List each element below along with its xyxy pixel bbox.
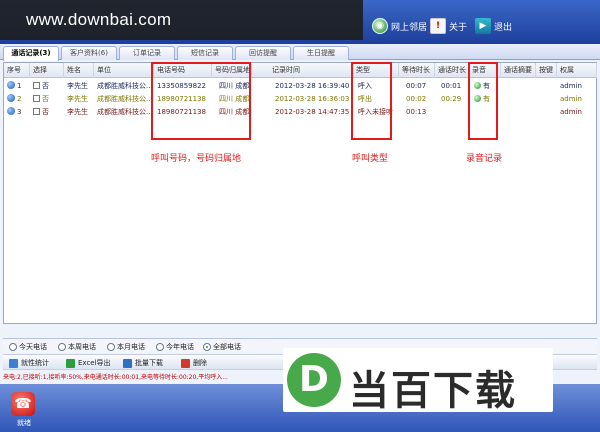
radio-icon bbox=[156, 343, 164, 351]
watermark-url: www.downbai.com bbox=[0, 0, 363, 40]
globe-icon: ◉ bbox=[372, 18, 388, 34]
call-in-icon bbox=[7, 81, 15, 89]
cell-duration: 00:01 bbox=[441, 82, 462, 90]
logo-text: 当百下载 bbox=[349, 368, 517, 414]
stats-icon bbox=[9, 358, 18, 368]
delete-button[interactable]: 删除 bbox=[181, 357, 207, 369]
radio-icon bbox=[58, 343, 66, 351]
excel-icon bbox=[66, 358, 75, 368]
row-checkbox[interactable] bbox=[33, 95, 40, 102]
annotation-box-recording bbox=[468, 62, 498, 140]
filter-year[interactable]: 今年电话 bbox=[156, 342, 194, 352]
tab-customer-data[interactable]: 客户资料(6) bbox=[61, 46, 117, 60]
table-header: 序号 选择 姓名 单位 电话号码 号码归属地 记录时间 类型 等待时长 通话时长… bbox=[4, 63, 597, 78]
cell-company: 成都胜威科技公... bbox=[97, 95, 153, 103]
exit-icon: ▶ bbox=[475, 18, 491, 34]
annotation-record-note: 录音记录 bbox=[466, 154, 503, 164]
radio-icon bbox=[107, 343, 115, 351]
cell-owner: admin bbox=[560, 95, 582, 103]
col-wait[interactable]: 等待时长 bbox=[399, 63, 435, 78]
cell-time: 2012-03-28 14:47:35 bbox=[275, 108, 350, 116]
table-row[interactable]: 1 否 李先生 成都胜威科技公... 13350859822 四川 成都 201… bbox=[4, 80, 596, 93]
site-logo: D 当百下载 bbox=[283, 348, 553, 414]
batch-download-button[interactable]: 批量下载 bbox=[123, 357, 163, 369]
tab-call-records[interactable]: 通话记录(3) bbox=[3, 46, 59, 61]
filter-today[interactable]: 今天电话 bbox=[9, 342, 47, 352]
network-neighborhood-button[interactable]: ◉ 网上邻居 bbox=[372, 17, 427, 35]
download-icon bbox=[123, 358, 132, 368]
tab-birthday-reminder[interactable]: 生日提醒 bbox=[293, 46, 349, 60]
row-checkbox[interactable] bbox=[33, 108, 40, 115]
cell-name: 李先生 bbox=[67, 82, 88, 90]
phone-status-label: 就绪 bbox=[17, 419, 31, 427]
tab-bar: 通话记录(3) 客户资料(6) 订单记录 短信记录 回访提醒 生日提醒 bbox=[0, 44, 600, 61]
about-icon: ! bbox=[430, 18, 446, 34]
cell-owner: admin bbox=[560, 82, 582, 90]
network-neighborhood-label: 网上邻居 bbox=[391, 22, 428, 33]
call-in-icon bbox=[7, 107, 15, 115]
col-summary[interactable]: 通话摘要 bbox=[501, 63, 536, 78]
tab-order-records[interactable]: 订单记录 bbox=[119, 46, 175, 60]
tab-callback-reminder[interactable]: 回访提醒 bbox=[235, 46, 291, 60]
annotation-box-type bbox=[351, 62, 392, 140]
table-row[interactable]: 2 否 李先生 成都胜威科技公... 18980721138 四川 成都 201… bbox=[4, 93, 596, 106]
col-company[interactable]: 单位 bbox=[94, 63, 154, 78]
filter-month[interactable]: 本月电话 bbox=[107, 342, 145, 352]
cell-time: 2012-03-28 16:39:40 bbox=[275, 82, 350, 90]
row-checkbox[interactable] bbox=[33, 82, 40, 89]
cell-wait: 00:02 bbox=[406, 95, 427, 103]
exit-label: 退出 bbox=[494, 22, 513, 33]
filter-all[interactable]: 全部电话 bbox=[203, 342, 241, 352]
cell-wait: 00:07 bbox=[406, 82, 427, 90]
col-owner[interactable]: 权属 bbox=[557, 63, 597, 78]
cell-company: 成都胜威科技公... bbox=[97, 108, 153, 116]
cell-name: 李先生 bbox=[67, 95, 88, 103]
cell-company: 成都胜威科技公... bbox=[97, 82, 153, 90]
cell-duration bbox=[438, 106, 470, 119]
excel-export-button[interactable]: Excel导出 bbox=[66, 357, 111, 369]
tab-sms-records[interactable]: 短信记录 bbox=[177, 46, 233, 60]
delete-icon bbox=[181, 358, 190, 368]
col-keys[interactable]: 按键 bbox=[536, 63, 557, 78]
col-record-time[interactable]: 记录时间 bbox=[269, 63, 353, 78]
phone-icon[interactable]: ☎ bbox=[11, 392, 35, 416]
filter-week[interactable]: 本周电话 bbox=[58, 342, 96, 352]
stats-button[interactable]: 就性统计 bbox=[9, 357, 49, 369]
cell-duration: 00:29 bbox=[441, 95, 462, 103]
col-duration[interactable]: 通话时长 bbox=[435, 63, 469, 78]
logo-d-icon: D bbox=[287, 353, 341, 407]
about-button[interactable]: ! 关于 bbox=[430, 17, 467, 35]
table-row[interactable]: 3 否 李先生 成都胜威科技公... 18980721138 四川 成都 201… bbox=[4, 106, 596, 119]
annotation-type-note: 呼叫类型 bbox=[352, 154, 389, 164]
cell-name: 李先生 bbox=[67, 108, 88, 116]
cell-time: 2012-03-28 16:36:03 bbox=[275, 95, 350, 103]
about-label: 关于 bbox=[449, 22, 468, 33]
cell-wait: 00:13 bbox=[406, 108, 427, 116]
col-select[interactable]: 选择 bbox=[30, 63, 64, 78]
radio-selected-icon bbox=[203, 343, 211, 351]
call-out-icon bbox=[7, 94, 15, 102]
exit-button[interactable]: ▶ 退出 bbox=[475, 17, 512, 35]
annotation-phone-note: 呼叫号码，号码归属地 bbox=[151, 154, 242, 164]
radio-icon bbox=[9, 343, 17, 351]
annotation-box-phone bbox=[151, 62, 251, 140]
col-no[interactable]: 序号 bbox=[4, 63, 30, 78]
cell-owner: admin bbox=[560, 108, 582, 116]
col-name[interactable]: 姓名 bbox=[64, 63, 94, 78]
call-records-table: 序号 选择 姓名 单位 电话号码 号码归属地 记录时间 类型 等待时长 通话时长… bbox=[3, 62, 597, 324]
